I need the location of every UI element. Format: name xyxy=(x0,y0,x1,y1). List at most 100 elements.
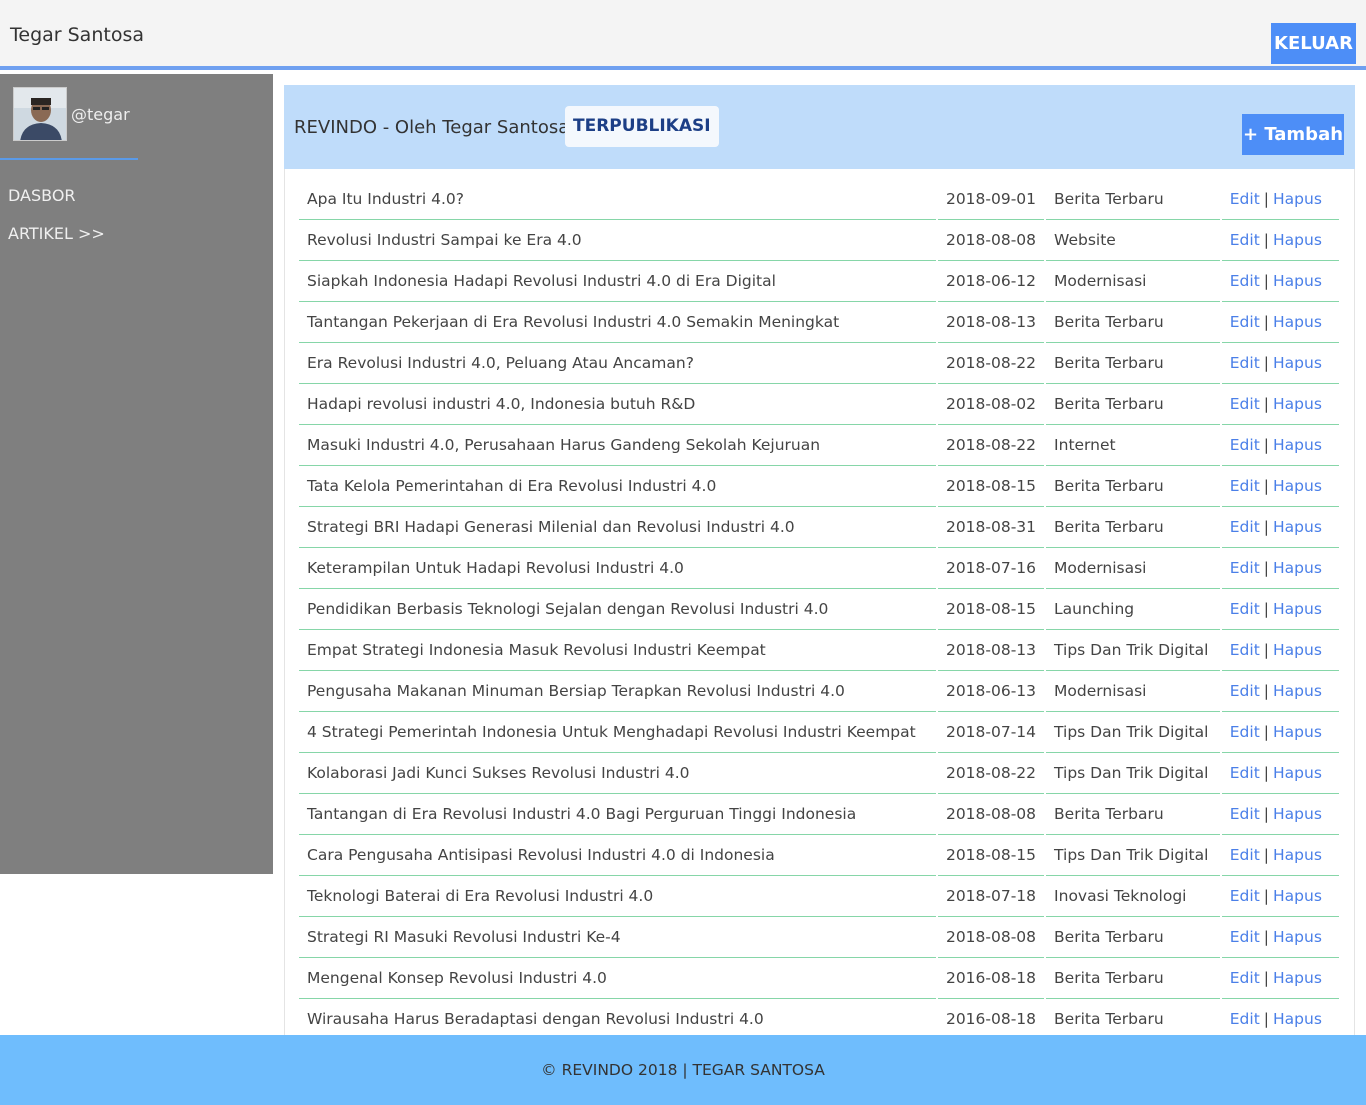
logout-button[interactable]: KELUAR xyxy=(1271,23,1356,64)
action-separator: | xyxy=(1263,846,1270,864)
edit-link[interactable]: Edit xyxy=(1230,600,1260,618)
delete-link[interactable]: Hapus xyxy=(1273,682,1322,700)
action-separator: | xyxy=(1263,354,1270,372)
sidebar: @tegar DASBOR ARTIKEL >> xyxy=(0,74,273,874)
article-title: Strategi BRI Hadapi Generasi Milenial da… xyxy=(299,507,936,548)
delete-link[interactable]: Hapus xyxy=(1273,928,1322,946)
action-separator: | xyxy=(1263,477,1270,495)
row-actions: Edit | Hapus xyxy=(1221,958,1339,999)
article-title: Pendidikan Berbasis Teknologi Sejalan de… xyxy=(299,589,936,630)
edit-link[interactable]: Edit xyxy=(1230,395,1260,413)
edit-link[interactable]: Edit xyxy=(1230,518,1260,536)
article-title: Empat Strategi Indonesia Masuk Revolusi … xyxy=(299,630,936,671)
action-separator: | xyxy=(1263,969,1270,987)
article-date: 2018-08-15 xyxy=(937,589,1045,630)
edit-link[interactable]: Edit xyxy=(1230,764,1260,782)
edit-link[interactable]: Edit xyxy=(1230,313,1260,331)
table-row: Tantangan di Era Revolusi Industri 4.0 B… xyxy=(299,794,1339,835)
article-title: Cara Pengusaha Antisipasi Revolusi Indus… xyxy=(299,835,936,876)
row-actions: Edit | Hapus xyxy=(1221,384,1339,425)
row-actions: Edit | Hapus xyxy=(1221,302,1339,343)
delete-link[interactable]: Hapus xyxy=(1273,764,1322,782)
edit-link[interactable]: Edit xyxy=(1230,723,1260,741)
edit-link[interactable]: Edit xyxy=(1230,928,1260,946)
edit-link[interactable]: Edit xyxy=(1230,436,1260,454)
action-separator: | xyxy=(1263,436,1270,454)
action-separator: | xyxy=(1263,887,1270,905)
article-category: Berita Terbaru xyxy=(1046,507,1220,548)
delete-link[interactable]: Hapus xyxy=(1273,190,1322,208)
sidebar-item-artikel[interactable]: ARTIKEL >> xyxy=(8,224,105,243)
delete-link[interactable]: Hapus xyxy=(1273,231,1322,249)
page-title: REVINDO - Oleh Tegar Santosa xyxy=(294,117,570,138)
delete-link[interactable]: Hapus xyxy=(1273,354,1322,372)
edit-link[interactable]: Edit xyxy=(1230,272,1260,290)
delete-link[interactable]: Hapus xyxy=(1273,641,1322,659)
article-title: Kolaborasi Jadi Kunci Sukses Revolusi In… xyxy=(299,753,936,794)
article-title: Apa Itu Industri 4.0? xyxy=(299,179,936,220)
top-navbar: Tegar Santosa KELUAR xyxy=(0,0,1366,70)
delete-link[interactable]: Hapus xyxy=(1273,559,1322,577)
edit-link[interactable]: Edit xyxy=(1230,231,1260,249)
edit-link[interactable]: Edit xyxy=(1230,887,1260,905)
edit-link[interactable]: Edit xyxy=(1230,969,1260,987)
edit-link[interactable]: Edit xyxy=(1230,805,1260,823)
delete-link[interactable]: Hapus xyxy=(1273,600,1322,618)
table-row: Keterampilan Untuk Hadapi Revolusi Indus… xyxy=(299,548,1339,589)
delete-link[interactable]: Hapus xyxy=(1273,272,1322,290)
edit-link[interactable]: Edit xyxy=(1230,477,1260,495)
article-title: Hadapi revolusi industri 4.0, Indonesia … xyxy=(299,384,936,425)
table-row: Masuki Industri 4.0, Perusahaan Harus Ga… xyxy=(299,425,1339,466)
action-separator: | xyxy=(1263,272,1270,290)
article-category: Berita Terbaru xyxy=(1046,999,1220,1040)
action-separator: | xyxy=(1263,928,1270,946)
article-date: 2018-08-22 xyxy=(937,753,1045,794)
edit-link[interactable]: Edit xyxy=(1230,1010,1260,1028)
article-category: Berita Terbaru xyxy=(1046,384,1220,425)
table-row: Teknologi Baterai di Era Revolusi Indust… xyxy=(299,876,1339,917)
action-separator: | xyxy=(1263,805,1270,823)
table-row: Hadapi revolusi industri 4.0, Indonesia … xyxy=(299,384,1339,425)
table-row: Pendidikan Berbasis Teknologi Sejalan de… xyxy=(299,589,1339,630)
delete-link[interactable]: Hapus xyxy=(1273,313,1322,331)
row-actions: Edit | Hapus xyxy=(1221,671,1339,712)
table-row: Cara Pengusaha Antisipasi Revolusi Indus… xyxy=(299,835,1339,876)
status-badge: TERPUBLIKASI xyxy=(565,106,719,147)
delete-link[interactable]: Hapus xyxy=(1273,518,1322,536)
delete-link[interactable]: Hapus xyxy=(1273,1010,1322,1028)
delete-link[interactable]: Hapus xyxy=(1273,887,1322,905)
sidebar-item-dasbor[interactable]: DASBOR xyxy=(8,186,76,205)
row-actions: Edit | Hapus xyxy=(1221,917,1339,958)
article-date: 2018-09-01 xyxy=(937,179,1045,220)
article-date: 2016-08-18 xyxy=(937,999,1045,1040)
article-date: 2018-08-22 xyxy=(937,425,1045,466)
delete-link[interactable]: Hapus xyxy=(1273,723,1322,741)
edit-link[interactable]: Edit xyxy=(1230,354,1260,372)
article-title: Era Revolusi Industri 4.0, Peluang Atau … xyxy=(299,343,936,384)
edit-link[interactable]: Edit xyxy=(1230,682,1260,700)
row-actions: Edit | Hapus xyxy=(1221,343,1339,384)
action-separator: | xyxy=(1263,190,1270,208)
article-date: 2018-08-13 xyxy=(937,630,1045,671)
add-article-button[interactable]: + Tambah xyxy=(1242,114,1344,155)
row-actions: Edit | Hapus xyxy=(1221,507,1339,548)
delete-link[interactable]: Hapus xyxy=(1273,477,1322,495)
delete-link[interactable]: Hapus xyxy=(1273,846,1322,864)
article-category: Website xyxy=(1046,220,1220,261)
article-category: Berita Terbaru xyxy=(1046,917,1220,958)
row-actions: Edit | Hapus xyxy=(1221,712,1339,753)
article-category: Modernisasi xyxy=(1046,671,1220,712)
article-category: Modernisasi xyxy=(1046,261,1220,302)
article-date: 2018-08-15 xyxy=(937,466,1045,507)
article-date: 2018-08-08 xyxy=(937,794,1045,835)
delete-link[interactable]: Hapus xyxy=(1273,436,1322,454)
row-actions: Edit | Hapus xyxy=(1221,589,1339,630)
edit-link[interactable]: Edit xyxy=(1230,190,1260,208)
delete-link[interactable]: Hapus xyxy=(1273,805,1322,823)
delete-link[interactable]: Hapus xyxy=(1273,969,1322,987)
edit-link[interactable]: Edit xyxy=(1230,846,1260,864)
article-title: Keterampilan Untuk Hadapi Revolusi Indus… xyxy=(299,548,936,589)
delete-link[interactable]: Hapus xyxy=(1273,395,1322,413)
edit-link[interactable]: Edit xyxy=(1230,641,1260,659)
edit-link[interactable]: Edit xyxy=(1230,559,1260,577)
